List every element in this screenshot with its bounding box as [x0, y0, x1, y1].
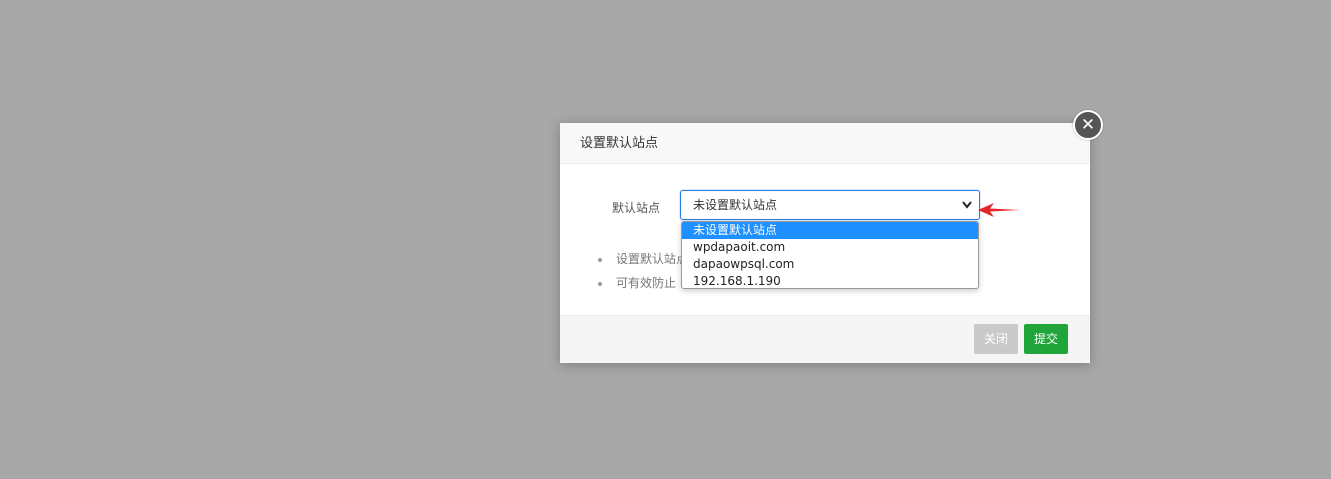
dropdown-option[interactable]: dapaowpsql.com — [682, 256, 978, 273]
default-site-select[interactable]: 未设置默认站点 — [680, 190, 980, 220]
default-site-select-value: 未设置默认站点 — [693, 198, 778, 212]
dropdown-option[interactable]: wpdapaoit.com — [682, 239, 978, 256]
dialog-title: 设置默认站点 — [560, 123, 1090, 164]
bullet-icon — [598, 281, 602, 286]
dialog-footer: 关闭 提交 — [560, 315, 1090, 363]
default-site-dropdown: 未设置默认站点 wpdapaoit.com dapaowpsql.com 192… — [681, 221, 979, 289]
bullet-icon — [598, 257, 602, 262]
close-button[interactable]: 关闭 — [974, 324, 1019, 354]
submit-button[interactable]: 提交 — [1024, 324, 1069, 354]
tips-list: 设置默认站点 可有效防止 — [598, 247, 688, 295]
dropdown-option[interactable]: 192.168.1.190 — [682, 273, 978, 288]
tip-item: 可有效防止 — [598, 271, 688, 295]
tip-item: 设置默认站点 — [598, 247, 688, 271]
red-arrow-icon — [978, 203, 1020, 217]
default-site-label: 默认站点 — [612, 201, 661, 215]
dropdown-option[interactable]: 未设置默认站点 — [682, 222, 978, 239]
dialog-close-icon[interactable]: ✕ — [1073, 110, 1103, 140]
